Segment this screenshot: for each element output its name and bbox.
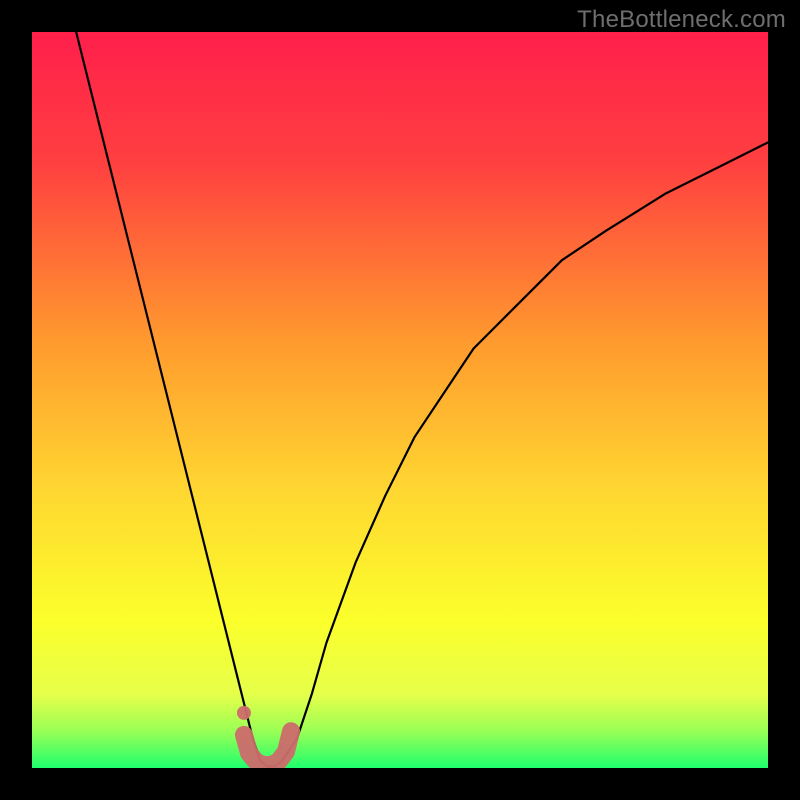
bottleneck-chart	[32, 32, 768, 768]
gradient-background	[32, 32, 768, 768]
chart-frame	[32, 32, 768, 768]
highlight-start-dot	[237, 706, 251, 720]
watermark-text: TheBottleneck.com	[577, 6, 786, 34]
